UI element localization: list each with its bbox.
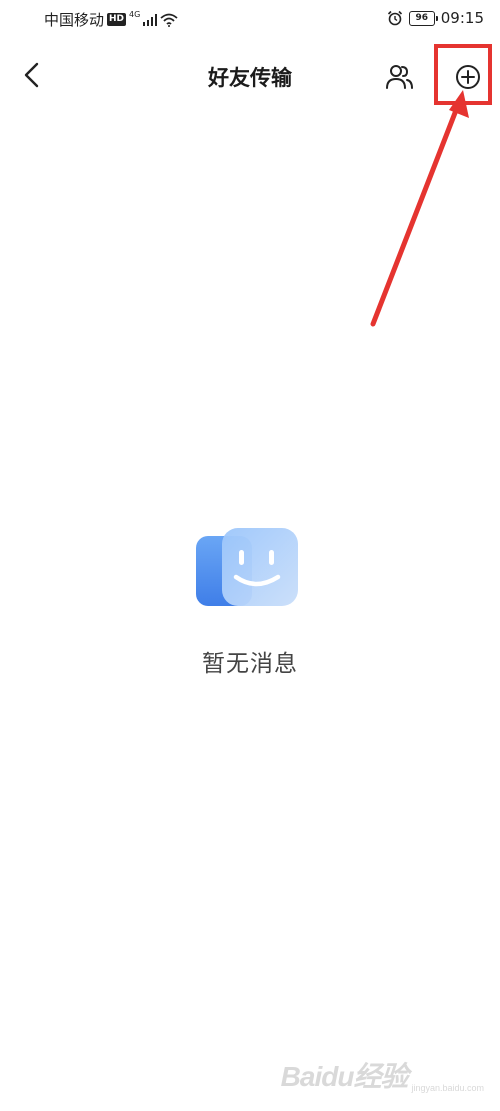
status-left: 中国移动 HD 4G bbox=[44, 9, 178, 30]
smiley-face-icon bbox=[196, 528, 298, 606]
alarm-clock-icon bbox=[387, 10, 402, 26]
watermark-logo: Baidu经验 bbox=[280, 1061, 409, 1092]
screen: { "status_bar": { "carrier": "中国移动", "hd… bbox=[0, 0, 500, 1111]
hd-badge: HD bbox=[107, 13, 127, 26]
app-header: 好友传输 bbox=[0, 40, 500, 112]
highlight-box bbox=[434, 44, 492, 105]
status-bar: 中国移动 HD 4G 96 09:15 bbox=[0, 0, 500, 38]
signal-bars-icon bbox=[143, 13, 158, 26]
battery-indicator: 96 bbox=[408, 10, 438, 26]
watermark-sub: jingyan.baidu.com bbox=[411, 1083, 484, 1093]
user-group-icon bbox=[386, 65, 413, 89]
empty-message: 暂无消息 bbox=[202, 651, 298, 677]
network-type-label: 4G bbox=[129, 10, 141, 19]
friends-button[interactable] bbox=[383, 60, 417, 94]
wifi-icon bbox=[160, 13, 178, 27]
page-title: 好友传输 bbox=[208, 66, 292, 90]
carrier-label: 中国移动 bbox=[44, 11, 105, 29]
status-right: 96 09:15 bbox=[387, 9, 484, 27]
empty-state: 暂无消息 bbox=[0, 522, 500, 678]
clock: 09:15 bbox=[440, 9, 484, 27]
watermark: Baidu经验 jingyan.baidu.com bbox=[281, 1055, 484, 1095]
